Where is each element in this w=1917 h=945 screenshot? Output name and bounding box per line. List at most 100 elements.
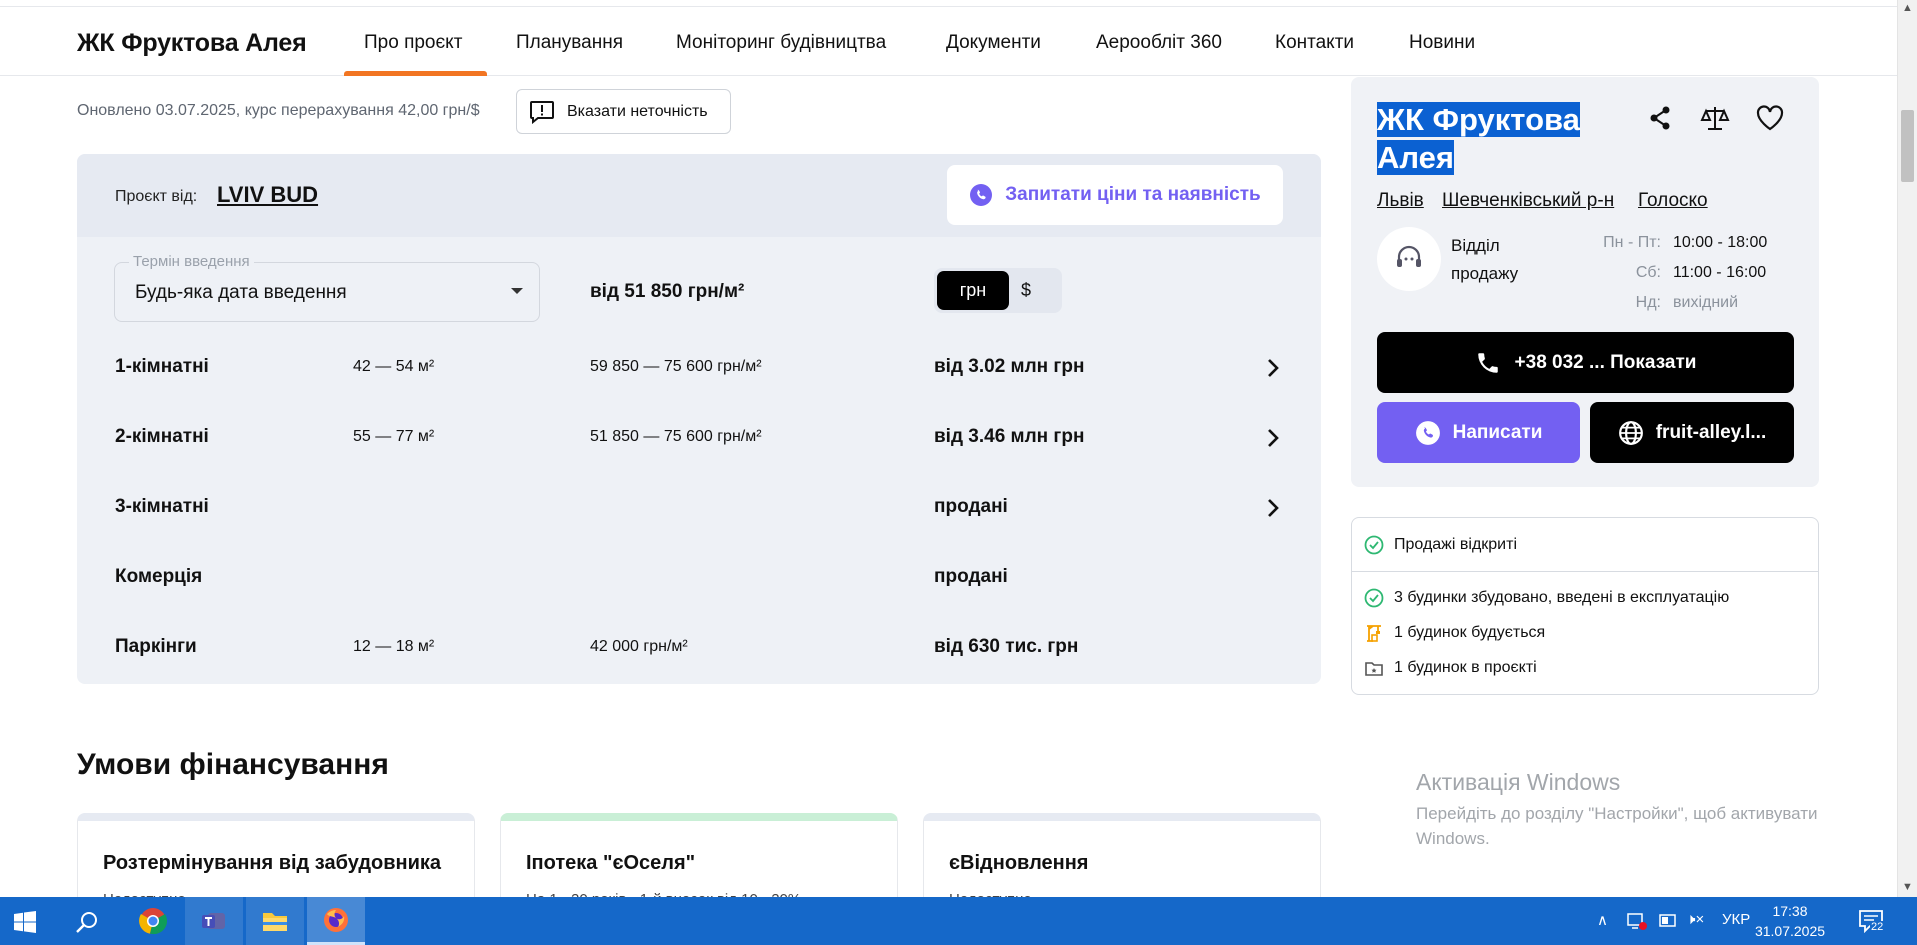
tab-documents[interactable]: Документи xyxy=(946,32,1041,54)
row-total-price: від 3.02 млн грн xyxy=(934,356,1085,377)
ask-prices-button[interactable]: Запитати ціни та наявність xyxy=(947,165,1283,225)
report-icon xyxy=(530,100,554,124)
currency-uah-button[interactable]: грн xyxy=(937,271,1009,310)
row-area: 42 — 54 м² xyxy=(353,358,435,375)
chevron-right-icon[interactable] xyxy=(1262,497,1284,519)
teams-icon xyxy=(202,913,225,929)
financing-card-mortgage[interactable]: Іпотека "єОселя" На 1 - 20 років · 1-й в… xyxy=(500,813,898,903)
commercial-row: Комерція продані xyxy=(77,558,1321,598)
top-navigation: ЖК Фруктова Алея Про проєкт Планування М… xyxy=(0,6,1897,76)
status-built-text: 3 будинки збудовано, введені в експлуата… xyxy=(1394,589,1730,606)
tab-news[interactable]: Новини xyxy=(1409,32,1475,54)
windows-taskbar: ∧ 🕨× УКР 17:38 31.07.2025 22 xyxy=(0,897,1917,945)
financing-card-restoration[interactable]: єВідновлення Недоступне xyxy=(923,813,1321,903)
project-status-box: Продажі відкриті 3 будинки збудовано, вв… xyxy=(1351,517,1819,695)
tab-layouts[interactable]: Планування xyxy=(516,32,623,54)
language-indicator[interactable]: УКР xyxy=(1722,911,1750,928)
volume-muted-icon[interactable]: 🕨× xyxy=(1686,911,1704,928)
financing-card-title: Розтермінування від забудовника xyxy=(103,852,442,874)
financing-card-title: Іпотека "єОселя" xyxy=(526,852,696,874)
dept-line1: Відділ xyxy=(1451,236,1500,255)
apartment-row-2room[interactable]: 2-кімнатні 55 — 77 м² 51 850 — 75 600 гр… xyxy=(77,418,1321,458)
schedule-weekdays: Пн - Пт: xyxy=(1603,234,1661,251)
row-total-price: продані xyxy=(934,496,1008,517)
favorite-heart-icon[interactable] xyxy=(1755,103,1785,133)
currency-toggle: грн $ xyxy=(934,268,1062,313)
compare-scales-icon[interactable] xyxy=(1700,103,1730,133)
sidebar-title-line2: Алея xyxy=(1377,140,1455,175)
report-inaccuracy-button[interactable]: Вказати неточність xyxy=(516,89,731,134)
taskbar-teams[interactable] xyxy=(185,897,243,945)
battery-icon[interactable] xyxy=(1658,912,1678,930)
min-price-per-m2: від 51 850 грн/м² xyxy=(590,281,745,302)
schedule-sunday: Нд: xyxy=(1635,294,1661,311)
row-name: 2-кімнатні xyxy=(115,426,209,447)
page-scrollbar[interactable]: ▲ ▼ xyxy=(1897,0,1917,897)
website-button[interactable]: fruit-alley.l... xyxy=(1590,402,1794,463)
crane-icon xyxy=(1367,625,1381,642)
windows-start-icon[interactable] xyxy=(13,910,37,934)
dept-line2: продажу xyxy=(1451,264,1519,283)
viber-icon xyxy=(970,184,993,206)
scroll-up-arrow-icon[interactable]: ▲ xyxy=(1902,2,1913,14)
location-city-link[interactable]: Львів xyxy=(1377,190,1424,212)
notifications-count: 22 xyxy=(1870,921,1885,933)
completion-date-select[interactable]: Термін введення Будь-яка дата введення xyxy=(114,253,540,322)
tab-contacts[interactable]: Контакти xyxy=(1275,32,1354,54)
apartment-row-1room[interactable]: 1-кімнатні 42 — 54 м² 59 850 — 75 600 гр… xyxy=(77,348,1321,388)
schedule-weekdays-time: 10:00 - 18:00 xyxy=(1673,234,1768,251)
support-agent-icon xyxy=(1397,245,1421,267)
firefox-icon xyxy=(324,907,348,932)
status-under-construction: 1 будинок будується xyxy=(1364,623,1545,643)
parking-row: Паркінги 12 — 18 м² 42 000 грн/м² від 63… xyxy=(77,628,1321,668)
schedule-sunday-time: вихідний xyxy=(1673,294,1739,311)
apartment-row-3room[interactable]: 3-кімнатні продані xyxy=(77,488,1321,528)
taskbar-clock[interactable]: 17:38 31.07.2025 xyxy=(1750,901,1830,941)
location-district-link[interactable]: Шевченківський р-н xyxy=(1442,190,1614,212)
taskbar-file-explorer[interactable] xyxy=(246,897,304,945)
search-icon[interactable] xyxy=(75,910,99,934)
site-brand[interactable]: ЖК Фруктова Алея xyxy=(77,29,307,58)
taskbar-firefox[interactable] xyxy=(307,897,365,945)
completion-date-label: Термін введення xyxy=(129,253,254,270)
taskbar-chrome[interactable] xyxy=(124,897,182,945)
scroll-thumb[interactable] xyxy=(1901,110,1914,182)
status-in-project-text: 1 будинок в проєкті xyxy=(1394,659,1537,676)
chrome-icon xyxy=(139,908,168,935)
currency-usd-button[interactable]: $ xyxy=(1021,280,1031,301)
row-name: Паркінги xyxy=(115,636,197,657)
row-area: 12 — 18 м² xyxy=(353,638,435,655)
completion-date-value: Будь-яка дата введення xyxy=(135,282,347,303)
write-label: Написати xyxy=(1452,421,1543,443)
schedule-saturday-time: 11:00 - 16:00 xyxy=(1673,264,1767,281)
row-name: 1-кімнатні xyxy=(115,356,209,377)
active-tab-indicator xyxy=(344,71,487,76)
share-icon[interactable] xyxy=(1645,103,1675,133)
row-price-per-m2: 59 850 — 75 600 грн/м² xyxy=(590,358,762,375)
project-by-label: Проєкт від: xyxy=(115,188,198,205)
scroll-down-arrow-icon[interactable]: ▼ xyxy=(1902,881,1913,893)
show-phone-label: +38 032 ... Показати xyxy=(1514,351,1697,373)
tab-about-project[interactable]: Про проєкт xyxy=(364,32,462,54)
show-phone-button[interactable]: +38 032 ... Показати xyxy=(1377,332,1794,393)
chevron-right-icon[interactable] xyxy=(1262,427,1284,449)
financing-card-title: єВідновлення xyxy=(949,852,1089,874)
chevron-right-icon[interactable] xyxy=(1262,357,1284,379)
ask-prices-label: Запитати ціни та наявність xyxy=(1005,184,1261,205)
write-viber-button[interactable]: Написати xyxy=(1377,402,1580,463)
tab-construction-monitoring[interactable]: Моніторинг будівництва xyxy=(676,32,886,54)
sidebar-title-line1: ЖК Фруктова xyxy=(1377,102,1580,137)
network-warning-icon[interactable] xyxy=(1626,911,1648,931)
report-inaccuracy-label: Вказати неточність xyxy=(567,102,708,120)
folder-icon xyxy=(1365,662,1383,676)
row-name: 3-кімнатні xyxy=(115,496,209,517)
row-total-price: від 3.46 млн грн xyxy=(934,426,1085,447)
status-in-project: 1 будинок в проєкті xyxy=(1364,658,1537,678)
developer-link[interactable]: LVIV BUD xyxy=(217,182,318,208)
website-label: fruit-alley.l... xyxy=(1655,421,1767,443)
tab-aerial-360[interactable]: Аерообліт 360 xyxy=(1096,32,1222,54)
tray-overflow-chevron-icon[interactable]: ∧ xyxy=(1597,911,1608,929)
location-neighborhood-link[interactable]: Голоско xyxy=(1638,190,1708,212)
status-built: 3 будинки збудовано, введені в експлуата… xyxy=(1364,588,1729,608)
financing-card-installment[interactable]: Розтермінування від забудовника Недоступ… xyxy=(77,813,475,903)
